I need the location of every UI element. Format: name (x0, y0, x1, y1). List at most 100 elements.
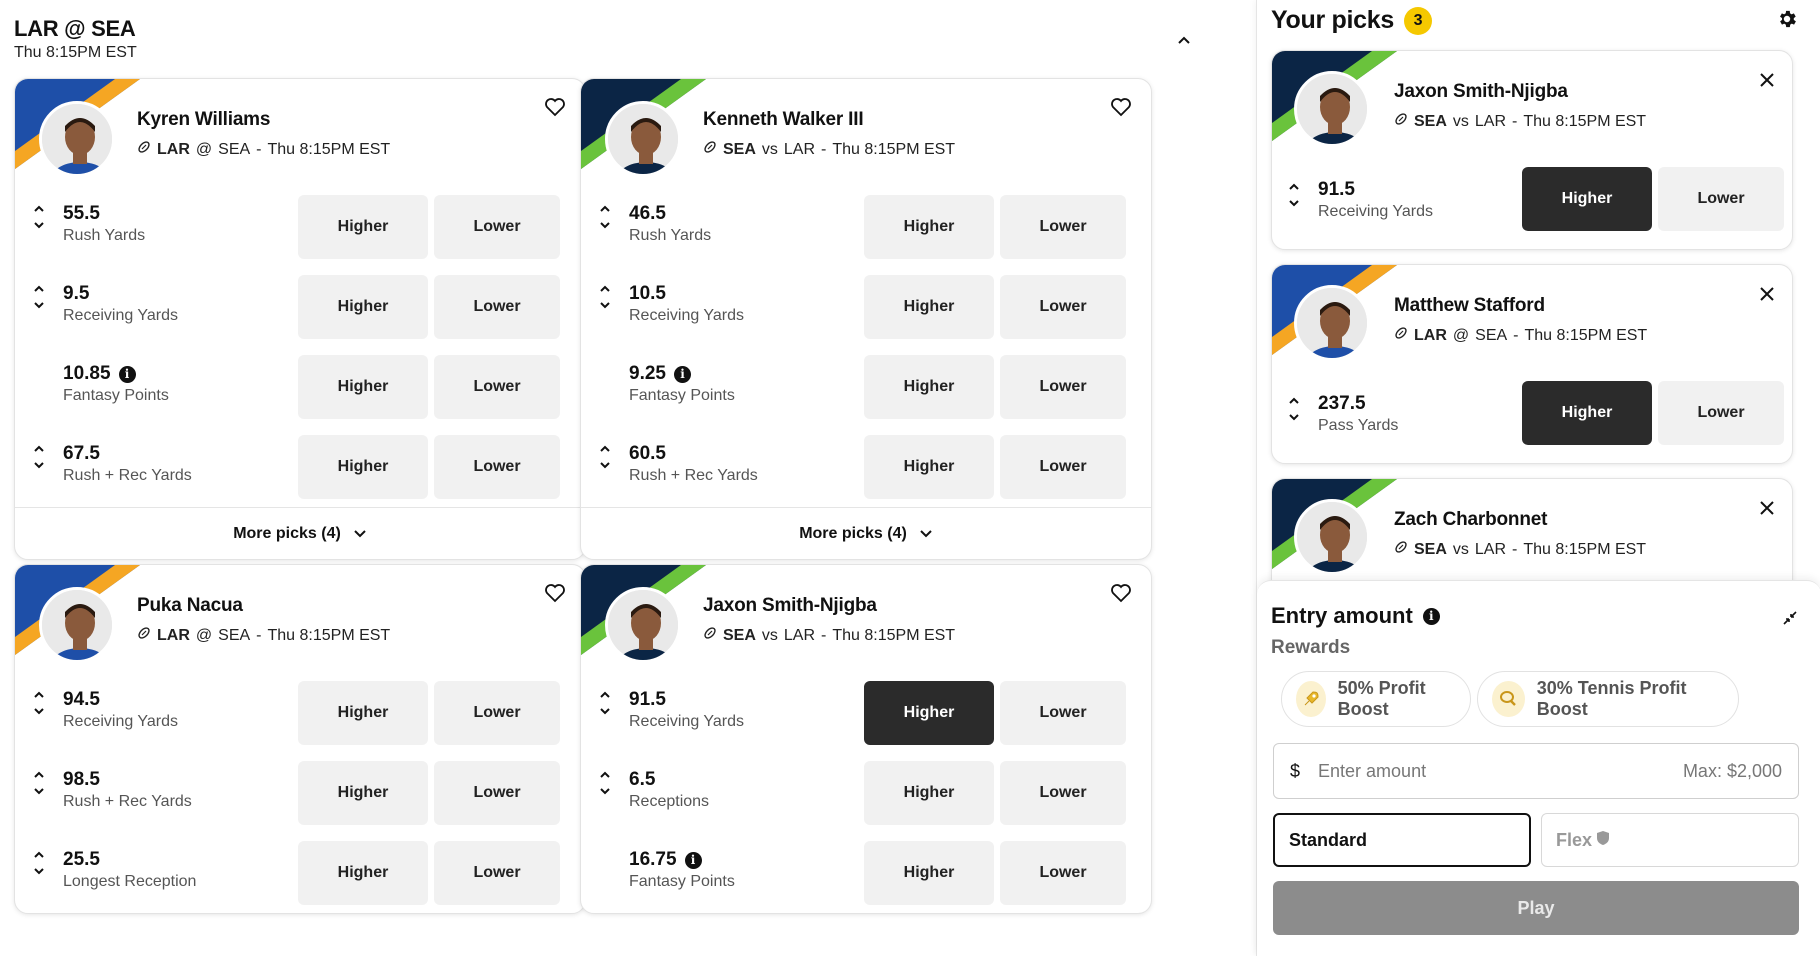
higher-button[interactable]: Higher (864, 275, 994, 339)
line-arrows[interactable] (33, 691, 47, 715)
lower-button[interactable]: Lower (434, 761, 560, 825)
lower-button[interactable]: Lower (434, 355, 560, 419)
chevron-down-icon[interactable] (33, 867, 45, 875)
lower-button[interactable]: Lower (1000, 435, 1126, 499)
chevron-down-icon[interactable] (599, 787, 611, 795)
higher-button[interactable]: Higher (1522, 381, 1652, 445)
chevron-down-icon[interactable] (599, 301, 611, 309)
lower-button[interactable]: Lower (1000, 275, 1126, 339)
chevron-up-icon[interactable] (599, 205, 611, 213)
line-arrows[interactable] (599, 285, 613, 309)
chevron-down-icon[interactable] (33, 461, 45, 469)
chevron-up-icon[interactable] (1288, 183, 1300, 191)
entry-amount-field[interactable]: $ Max: $2,000 (1273, 743, 1799, 799)
higher-button[interactable]: Higher (864, 355, 994, 419)
play-button[interactable]: Play (1273, 881, 1799, 935)
higher-button[interactable]: Higher (298, 435, 428, 499)
higher-button[interactable]: Higher (298, 195, 428, 259)
chevron-down-icon[interactable] (33, 221, 45, 229)
line-arrows[interactable] (33, 445, 47, 469)
info-icon[interactable]: i (1422, 607, 1440, 625)
chevron-up-icon[interactable] (599, 285, 611, 293)
heart-icon[interactable] (1109, 95, 1135, 121)
more-picks-button[interactable]: More picks (4) (15, 507, 585, 559)
info-icon[interactable]: i (118, 365, 136, 383)
chevron-up-icon[interactable] (33, 205, 45, 213)
higher-button[interactable]: Higher (864, 195, 994, 259)
lower-button[interactable]: Lower (1000, 195, 1126, 259)
higher-button[interactable]: Higher (298, 355, 428, 419)
lower-button[interactable]: Lower (434, 275, 560, 339)
collapse-chevron-icon[interactable] (1172, 28, 1196, 52)
lower-button[interactable]: Lower (1000, 761, 1126, 825)
avatar (1294, 285, 1370, 361)
game-time: Thu 8:15PM EST (267, 140, 391, 158)
heart-icon[interactable] (1109, 581, 1135, 607)
line-arrows[interactable] (33, 205, 47, 229)
chevron-up-icon[interactable] (33, 691, 45, 699)
entry-amount-input[interactable] (1318, 760, 1683, 782)
chevron-up-icon[interactable] (33, 285, 45, 293)
lower-button[interactable]: Lower (1000, 841, 1126, 905)
close-icon[interactable] (1756, 69, 1778, 91)
chevron-up-icon[interactable] (33, 771, 45, 779)
chevron-down-icon[interactable] (33, 707, 45, 715)
heart-icon[interactable] (543, 95, 569, 121)
higher-button[interactable]: Higher (298, 681, 428, 745)
close-icon[interactable] (1756, 283, 1778, 305)
line-arrows[interactable] (599, 205, 613, 229)
chevron-up-icon[interactable] (599, 691, 611, 699)
chevron-down-icon[interactable] (1288, 199, 1300, 207)
player-card: Kenneth Walker III SEA vs LAR - Thu 8:15PM ES… (580, 78, 1152, 560)
minimize-icon[interactable] (1781, 609, 1799, 627)
chevron-up-icon[interactable] (33, 445, 45, 453)
line-arrows[interactable] (33, 771, 47, 795)
chevron-up-icon[interactable] (599, 771, 611, 779)
lower-button[interactable]: Lower (434, 841, 560, 905)
info-icon[interactable]: i (673, 365, 691, 383)
line-arrows[interactable] (1288, 183, 1302, 207)
close-icon[interactable] (1756, 497, 1778, 519)
line-arrows[interactable] (599, 691, 613, 715)
chevron-down-icon[interactable] (599, 461, 611, 469)
line-arrows[interactable] (33, 285, 47, 309)
higher-button[interactable]: Higher (864, 435, 994, 499)
info-icon[interactable]: i (684, 851, 702, 869)
lower-button[interactable]: Lower (1000, 355, 1126, 419)
reward-tennis-profit-boost[interactable]: 30% Tennis Profit Boost (1477, 671, 1739, 727)
line-arrows[interactable] (599, 445, 613, 469)
chevron-up-icon[interactable] (599, 445, 611, 453)
higher-button[interactable]: Higher (864, 841, 994, 905)
gear-icon[interactable] (1776, 8, 1798, 30)
chevron-down-icon[interactable] (599, 707, 611, 715)
chevron-down-icon[interactable] (599, 221, 611, 229)
stat-value-row: 46.5 (629, 203, 666, 225)
lower-button[interactable]: Lower (1658, 167, 1784, 231)
higher-button[interactable]: Higher (864, 761, 994, 825)
heart-icon[interactable] (543, 581, 569, 607)
higher-button[interactable]: Higher (298, 275, 428, 339)
line-arrows[interactable] (599, 771, 613, 795)
chevron-down-icon[interactable] (1288, 413, 1300, 421)
matchup-line: LAR @ SEA - Thu 8:15PM EST (137, 626, 390, 645)
more-picks-button[interactable]: More picks (4) (581, 507, 1151, 559)
stat-value-row: 10.85 i (63, 363, 136, 385)
lower-button[interactable]: Lower (1000, 681, 1126, 745)
flex-mode-button[interactable]: Flex (1541, 813, 1799, 867)
higher-button[interactable]: Higher (298, 761, 428, 825)
lower-button[interactable]: Lower (434, 435, 560, 499)
chevron-down-icon[interactable] (33, 301, 45, 309)
chevron-up-icon[interactable] (1288, 397, 1300, 405)
line-arrows[interactable] (33, 851, 47, 875)
lower-button[interactable]: Lower (434, 681, 560, 745)
chevron-up-icon[interactable] (33, 851, 45, 859)
lower-button[interactable]: Lower (434, 195, 560, 259)
reward-profit-boost[interactable]: 50% Profit Boost (1281, 671, 1471, 727)
lower-button[interactable]: Lower (1658, 381, 1784, 445)
higher-button[interactable]: Higher (298, 841, 428, 905)
higher-button[interactable]: Higher (1522, 167, 1652, 231)
line-arrows[interactable] (1288, 397, 1302, 421)
standard-mode-button[interactable]: Standard (1273, 813, 1531, 867)
chevron-down-icon[interactable] (33, 787, 45, 795)
higher-button[interactable]: Higher (864, 681, 994, 745)
